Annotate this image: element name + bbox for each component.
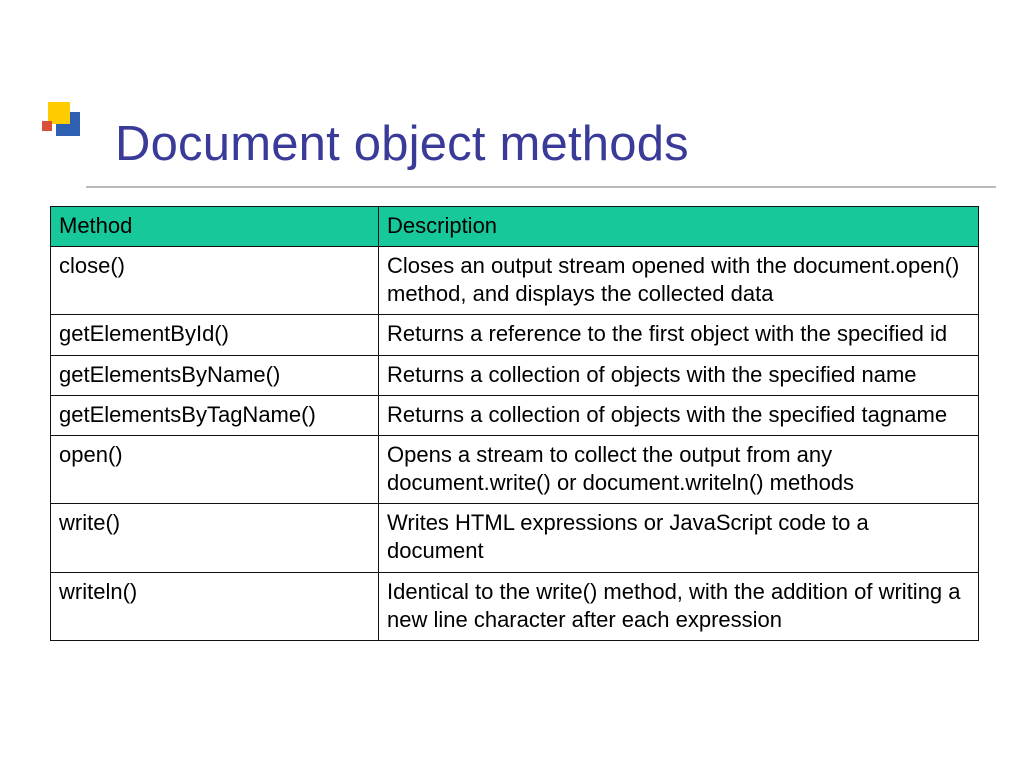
slide: Document object methods Method Descripti…: [0, 0, 1024, 768]
decor-squares-icon: [36, 94, 94, 164]
table-row: getElementById() Returns a reference to …: [51, 315, 979, 355]
cell-method: open(): [51, 435, 379, 503]
table-row: close() Closes an output stream opened w…: [51, 247, 979, 315]
table-row: open() Opens a stream to collect the out…: [51, 435, 979, 503]
table-row: writeln() Identical to the write() metho…: [51, 572, 979, 640]
cell-method: close(): [51, 247, 379, 315]
title-underline: [86, 186, 996, 188]
table-row: getElementsByName() Returns a collection…: [51, 355, 979, 395]
cell-method: getElementById(): [51, 315, 379, 355]
cell-description: Closes an output stream opened with the …: [379, 247, 979, 315]
cell-method: write(): [51, 504, 379, 572]
slide-title: Document object methods: [115, 116, 689, 172]
cell-description: Returns a collection of objects with the…: [379, 355, 979, 395]
cell-method: writeln(): [51, 572, 379, 640]
cell-description: Identical to the write() method, with th…: [379, 572, 979, 640]
methods-table: Method Description close() Closes an out…: [50, 206, 979, 641]
table-row: write() Writes HTML expressions or JavaS…: [51, 504, 979, 572]
col-header-description: Description: [379, 207, 979, 247]
cell-description: Opens a stream to collect the output fro…: [379, 435, 979, 503]
cell-description: Writes HTML expressions or JavaScript co…: [379, 504, 979, 572]
cell-description: Returns a collection of objects with the…: [379, 395, 979, 435]
table-row: getElementsByTagName() Returns a collect…: [51, 395, 979, 435]
cell-method: getElementsByTagName(): [51, 395, 379, 435]
cell-method: getElementsByName(): [51, 355, 379, 395]
table-header-row: Method Description: [51, 207, 979, 247]
cell-description: Returns a reference to the first object …: [379, 315, 979, 355]
col-header-method: Method: [51, 207, 379, 247]
